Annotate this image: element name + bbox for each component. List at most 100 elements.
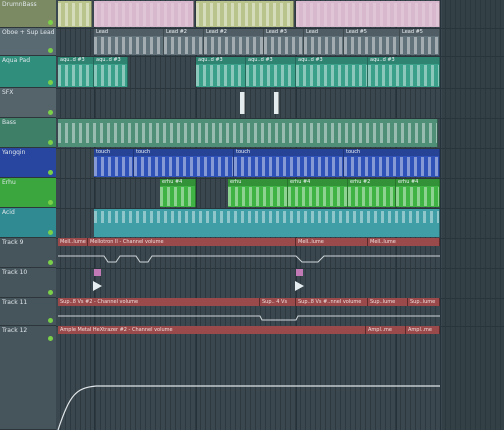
- mute-led-icon[interactable]: [48, 20, 53, 25]
- lead-clip[interactable]: Lead #2: [164, 29, 204, 55]
- clip-label: touch: [234, 149, 343, 156]
- marker-clip[interactable]: [94, 269, 101, 276]
- automation-clip[interactable]: Ample Metal HeXtrazer #2 - Channel volum…: [58, 326, 366, 334]
- clip-label: Lead #5: [400, 29, 439, 36]
- mute-led-icon[interactable]: [48, 170, 53, 175]
- aqua-pad-clip[interactable]: aqu..d #3: [368, 57, 440, 87]
- track-header-11[interactable]: Track 11: [0, 298, 56, 326]
- bass-clip[interactable]: [58, 119, 438, 147]
- aqua-pad-clip[interactable]: aqu..d #3: [296, 57, 368, 87]
- automation-clip[interactable]: Sup..lume: [368, 298, 408, 306]
- aqua-pad-clip[interactable]: aqu..d #3: [58, 57, 94, 87]
- clip-label: Lead #3: [264, 29, 303, 36]
- sfx-clip[interactable]: [274, 92, 279, 114]
- mute-led-icon[interactable]: [48, 80, 53, 85]
- mute-led-icon[interactable]: [48, 260, 53, 265]
- aqua-pad-clip[interactable]: aqu..d #3: [196, 57, 246, 87]
- clip-label: erhu #2: [348, 179, 395, 186]
- erhu-clip[interactable]: erhu #4: [160, 179, 196, 207]
- track-name: Track 11: [2, 299, 28, 306]
- automation-clip[interactable]: Mell..lume: [296, 238, 368, 246]
- clip-label: touch: [94, 149, 133, 156]
- track-header-aqua-pad[interactable]: Aqua Pad: [0, 56, 56, 88]
- automation-clip[interactable]: Mell..lume: [58, 238, 88, 246]
- automation-clip[interactable]: Sup..lume: [408, 298, 440, 306]
- clip-label: erhu #4: [160, 179, 195, 186]
- track-header-acid[interactable]: Acid: [0, 208, 56, 238]
- track-header-10[interactable]: Track 10: [0, 268, 56, 298]
- lead-clip[interactable]: Lead: [304, 29, 344, 55]
- automation-clip[interactable]: Mell..lume: [368, 238, 440, 246]
- track-name: DrumnBass: [2, 1, 37, 8]
- erhu-clip[interactable]: erhu: [228, 179, 288, 207]
- playlist-window: DrumnBass Oboe + Sup Lead Aqua Pad SFX B…: [0, 0, 504, 430]
- track-header-yangqin[interactable]: Yangqin: [0, 148, 56, 178]
- lead-clip[interactable]: Lead #5: [400, 29, 440, 55]
- clip-label: touch: [344, 149, 439, 156]
- track-name: Oboe + Sup Lead: [2, 29, 54, 36]
- lead-clip[interactable]: Lead: [94, 29, 164, 55]
- lead-clip[interactable]: Lead #3: [264, 29, 304, 55]
- erhu-clip[interactable]: erhu #2: [348, 179, 396, 207]
- drum-clip[interactable]: [94, 1, 194, 27]
- automation-clip[interactable]: Sup..8 Vs #..nnel volume: [296, 298, 368, 306]
- yangqin-clip[interactable]: touch: [134, 149, 234, 177]
- acid-clip[interactable]: [94, 209, 440, 237]
- clip-label: Lead #2: [164, 29, 203, 36]
- yangqin-clip[interactable]: touch: [234, 149, 344, 177]
- marker-clip[interactable]: [296, 269, 303, 276]
- automation-clip[interactable]: Ampl..me: [406, 326, 440, 334]
- mute-led-icon[interactable]: [48, 230, 53, 235]
- aqua-pad-clip[interactable]: aqu..d #3: [94, 57, 128, 87]
- clip-label: aqu..d #3: [196, 57, 245, 64]
- mute-led-icon[interactable]: [48, 318, 53, 323]
- clip-label: erhu #4: [288, 179, 347, 186]
- track-header-12[interactable]: Track 12: [0, 326, 56, 430]
- clip-label: aqu..d #3: [296, 57, 367, 64]
- erhu-clip[interactable]: erhu #4: [288, 179, 348, 207]
- track-header-oboe-sup-lead[interactable]: Oboe + Sup Lead: [0, 28, 56, 56]
- automation-clip[interactable]: Ampl..me: [366, 326, 406, 334]
- mute-led-icon[interactable]: [48, 336, 53, 341]
- automation-clip[interactable]: Sup..8 Vs #2 - Channel volume: [58, 298, 260, 306]
- play-marker-icon: [93, 281, 102, 291]
- track-name: Acid: [2, 209, 15, 216]
- erhu-clip[interactable]: erhu #4: [396, 179, 440, 207]
- mute-led-icon[interactable]: [48, 200, 53, 205]
- lead-clip[interactable]: Lead #5: [344, 29, 400, 55]
- track-header-9[interactable]: Track 9: [0, 238, 56, 268]
- aqua-pad-clip[interactable]: aqu..d #3: [246, 57, 296, 87]
- yangqin-clip[interactable]: touch: [344, 149, 440, 177]
- track-header-column: DrumnBass Oboe + Sup Lead Aqua Pad SFX B…: [0, 0, 56, 430]
- sfx-clip[interactable]: [240, 92, 245, 114]
- track-header-drumnbass[interactable]: DrumnBass: [0, 0, 56, 28]
- automation-clip[interactable]: Mellotron II - Channel volume: [88, 238, 296, 246]
- track-name: Bass: [2, 119, 17, 126]
- track-name: Track 12: [2, 327, 28, 334]
- mute-led-icon[interactable]: [48, 140, 53, 145]
- playlist-grid[interactable]: Lead Lead #2 Lead #2 Lead #3 Lead Lead #…: [56, 0, 504, 430]
- track-name: Track 10: [2, 269, 28, 276]
- yangqin-clip[interactable]: touch: [94, 149, 134, 177]
- track-name: Aqua Pad: [2, 57, 31, 64]
- drum-clip[interactable]: [196, 1, 294, 27]
- mute-led-icon[interactable]: [48, 290, 53, 295]
- track-header-sfx[interactable]: SFX: [0, 88, 56, 118]
- automation-envelope: [58, 255, 440, 263]
- track-header-bass[interactable]: Bass: [0, 118, 56, 148]
- clip-label: Lead #5: [344, 29, 399, 36]
- drum-clip[interactable]: [58, 1, 92, 27]
- track-name: Track 9: [2, 239, 24, 246]
- mute-led-icon[interactable]: [48, 110, 53, 115]
- track-name: Yangqin: [2, 149, 26, 156]
- clip-label: touch: [134, 149, 233, 156]
- clip-label: Lead: [304, 29, 343, 36]
- track-header-erhu[interactable]: Erhu: [0, 178, 56, 208]
- drum-clip[interactable]: [296, 1, 440, 27]
- mute-led-icon[interactable]: [48, 48, 53, 53]
- empty-area: [442, 0, 504, 430]
- lead-clip[interactable]: Lead #2: [204, 29, 264, 55]
- clip-label: aqu..d #3: [246, 57, 295, 64]
- automation-clip[interactable]: Sup.. 4 Vs: [260, 298, 296, 306]
- automation-envelope: [58, 315, 440, 321]
